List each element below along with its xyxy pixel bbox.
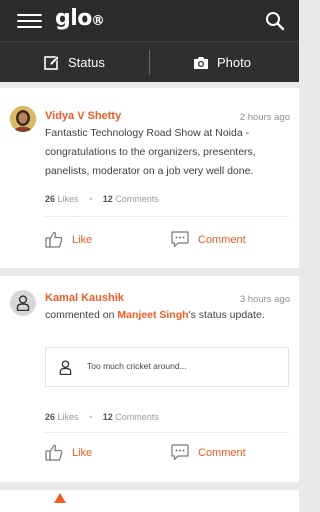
photo-button[interactable]: Photo — [193, 42, 251, 83]
action-divider — [149, 50, 150, 75]
logo-text: glo — [55, 6, 92, 31]
thumbs-up-icon — [45, 444, 63, 461]
comment-icon — [171, 231, 189, 248]
post-counts: 26 Likes • 12 Comments — [45, 194, 159, 204]
post-text: commented on Manjeet Singh's status upda… — [45, 306, 291, 325]
feed-post — [0, 490, 299, 512]
comment-icon — [171, 444, 189, 461]
search-icon[interactable] — [264, 10, 286, 32]
post-text-suffix: 's status update. — [188, 309, 265, 321]
likes-count: 26 — [45, 412, 56, 422]
likes-label: Likes — [57, 412, 79, 422]
quote-avatar — [55, 357, 75, 377]
comment-label: Comment — [198, 446, 246, 459]
app-screen: glo R Status Photo Vidya V Shetty 2 hour… — [0, 0, 299, 512]
counts-dot: • — [89, 412, 93, 422]
camera-icon — [194, 56, 208, 69]
post-text: Fantastic Technology Road Show at Noida … — [45, 127, 256, 177]
likes-label: Likes — [57, 194, 79, 204]
quote-text: Too much cricket around... — [87, 361, 187, 371]
post-counts: 26 Likes • 12 Comments — [45, 412, 159, 422]
photo-label: Photo — [217, 55, 251, 70]
post-text-prefix: commented on — [45, 309, 118, 321]
author-avatar[interactable] — [10, 106, 36, 132]
person-icon — [59, 359, 71, 375]
news-feed: Vidya V Shetty 2 hours ago Fantastic Tec… — [0, 82, 299, 512]
like-label: Like — [72, 446, 93, 459]
feed-post: Vidya V Shetty 2 hours ago Fantastic Tec… — [0, 88, 299, 268]
comment-button[interactable]: Comment — [171, 444, 246, 461]
comment-button[interactable]: Comment — [171, 231, 246, 248]
author-name[interactable]: Kamal Kaushik — [45, 292, 124, 304]
comments-label: Comments — [115, 412, 159, 422]
person-icon — [16, 295, 30, 311]
comment-label: Comment — [198, 233, 246, 246]
mention-link[interactable]: Manjeet Singh — [117, 309, 188, 321]
top-bar: glo R — [0, 0, 299, 41]
post-divider — [45, 432, 289, 433]
like-label: Like — [72, 233, 93, 246]
like-button[interactable]: Like — [45, 231, 92, 248]
status-button[interactable]: Status — [44, 42, 105, 83]
comments-count: 12 — [102, 412, 113, 422]
counts-dot: • — [89, 194, 93, 204]
author-avatar[interactable] — [10, 290, 36, 316]
author-name[interactable]: Vidya V Shetty — [45, 110, 121, 122]
post-time: 2 hours ago — [239, 112, 290, 123]
edit-icon — [44, 55, 60, 70]
feed-post: Kamal Kaushik 3 hours ago commented on M… — [0, 276, 299, 482]
like-button[interactable]: Like — [45, 444, 92, 461]
registered-mark: R — [92, 15, 103, 25]
triangle-icon — [54, 493, 66, 503]
app-logo: glo R — [55, 6, 103, 34]
action-bar: Status Photo — [0, 41, 299, 82]
post-divider — [45, 216, 289, 217]
quoted-status[interactable]: Too much cricket around... — [45, 347, 289, 387]
hamburger-icon[interactable] — [17, 12, 43, 30]
status-label: Status — [68, 55, 105, 70]
comments-label: Comments — [115, 194, 159, 204]
comments-count: 12 — [102, 194, 113, 204]
likes-count: 26 — [45, 194, 56, 204]
post-time: 3 hours ago — [239, 294, 290, 305]
thumbs-up-icon — [45, 231, 63, 248]
